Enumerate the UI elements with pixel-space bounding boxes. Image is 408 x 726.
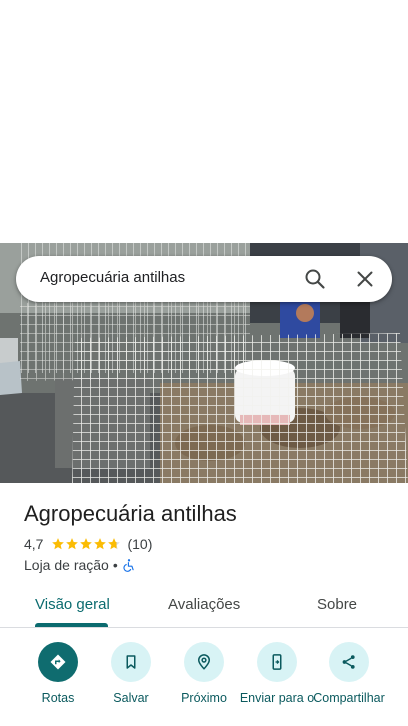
- star-icon: [66, 538, 79, 550]
- bookmark-icon: [111, 642, 151, 682]
- directions-label: Rotas: [41, 691, 75, 705]
- save-button[interactable]: Salvar: [91, 642, 171, 705]
- share-button[interactable]: Compartilhar: [309, 642, 389, 705]
- search-bar[interactable]: Agropecuária antilhas: [16, 256, 392, 302]
- separator-dot: •: [112, 557, 118, 573]
- place-category: Loja de ração: [24, 557, 109, 573]
- directions-icon: [38, 642, 78, 682]
- nearby-icon: [184, 642, 224, 682]
- send-to-phone-button[interactable]: Enviar para o: [237, 642, 317, 705]
- star-rating: [51, 537, 121, 551]
- send-to-phone-label: Enviar para o: [239, 691, 315, 705]
- tab-overview[interactable]: Visão geral: [35, 596, 110, 613]
- star-icon: [80, 538, 93, 550]
- review-count: (10): [127, 536, 153, 552]
- blank-area: [0, 0, 408, 243]
- directions-button[interactable]: Rotas: [18, 642, 98, 705]
- nearby-label: Próximo: [181, 691, 227, 705]
- star-icon: [108, 538, 121, 550]
- close-icon[interactable]: [353, 267, 377, 291]
- rating-value: 4,7: [24, 536, 44, 552]
- share-icon: [329, 642, 369, 682]
- category-row: Loja de ração •: [24, 556, 136, 574]
- search-input[interactable]: Agropecuária antilhas: [40, 269, 185, 286]
- wheelchair-icon: [122, 558, 136, 572]
- active-tab-indicator: [35, 623, 108, 627]
- star-icon: [94, 538, 107, 550]
- star-icon: [52, 538, 65, 550]
- send-to-phone-icon: [257, 642, 297, 682]
- place-title: Agropecuária antilhas: [24, 501, 237, 526]
- action-bar: Rotas Salvar Próximo Enviar para o Compa…: [0, 640, 408, 726]
- rating-row[interactable]: 4,7 (10): [24, 535, 152, 553]
- search-icon[interactable]: [303, 267, 327, 291]
- share-label: Compartilhar: [313, 691, 385, 705]
- save-label: Salvar: [113, 691, 149, 705]
- nearby-button[interactable]: Próximo: [164, 642, 244, 705]
- tab-bar: Visão geral Avaliações Sobre: [0, 584, 408, 628]
- tab-reviews[interactable]: Avaliações: [168, 596, 240, 613]
- tab-about[interactable]: Sobre: [317, 596, 357, 613]
